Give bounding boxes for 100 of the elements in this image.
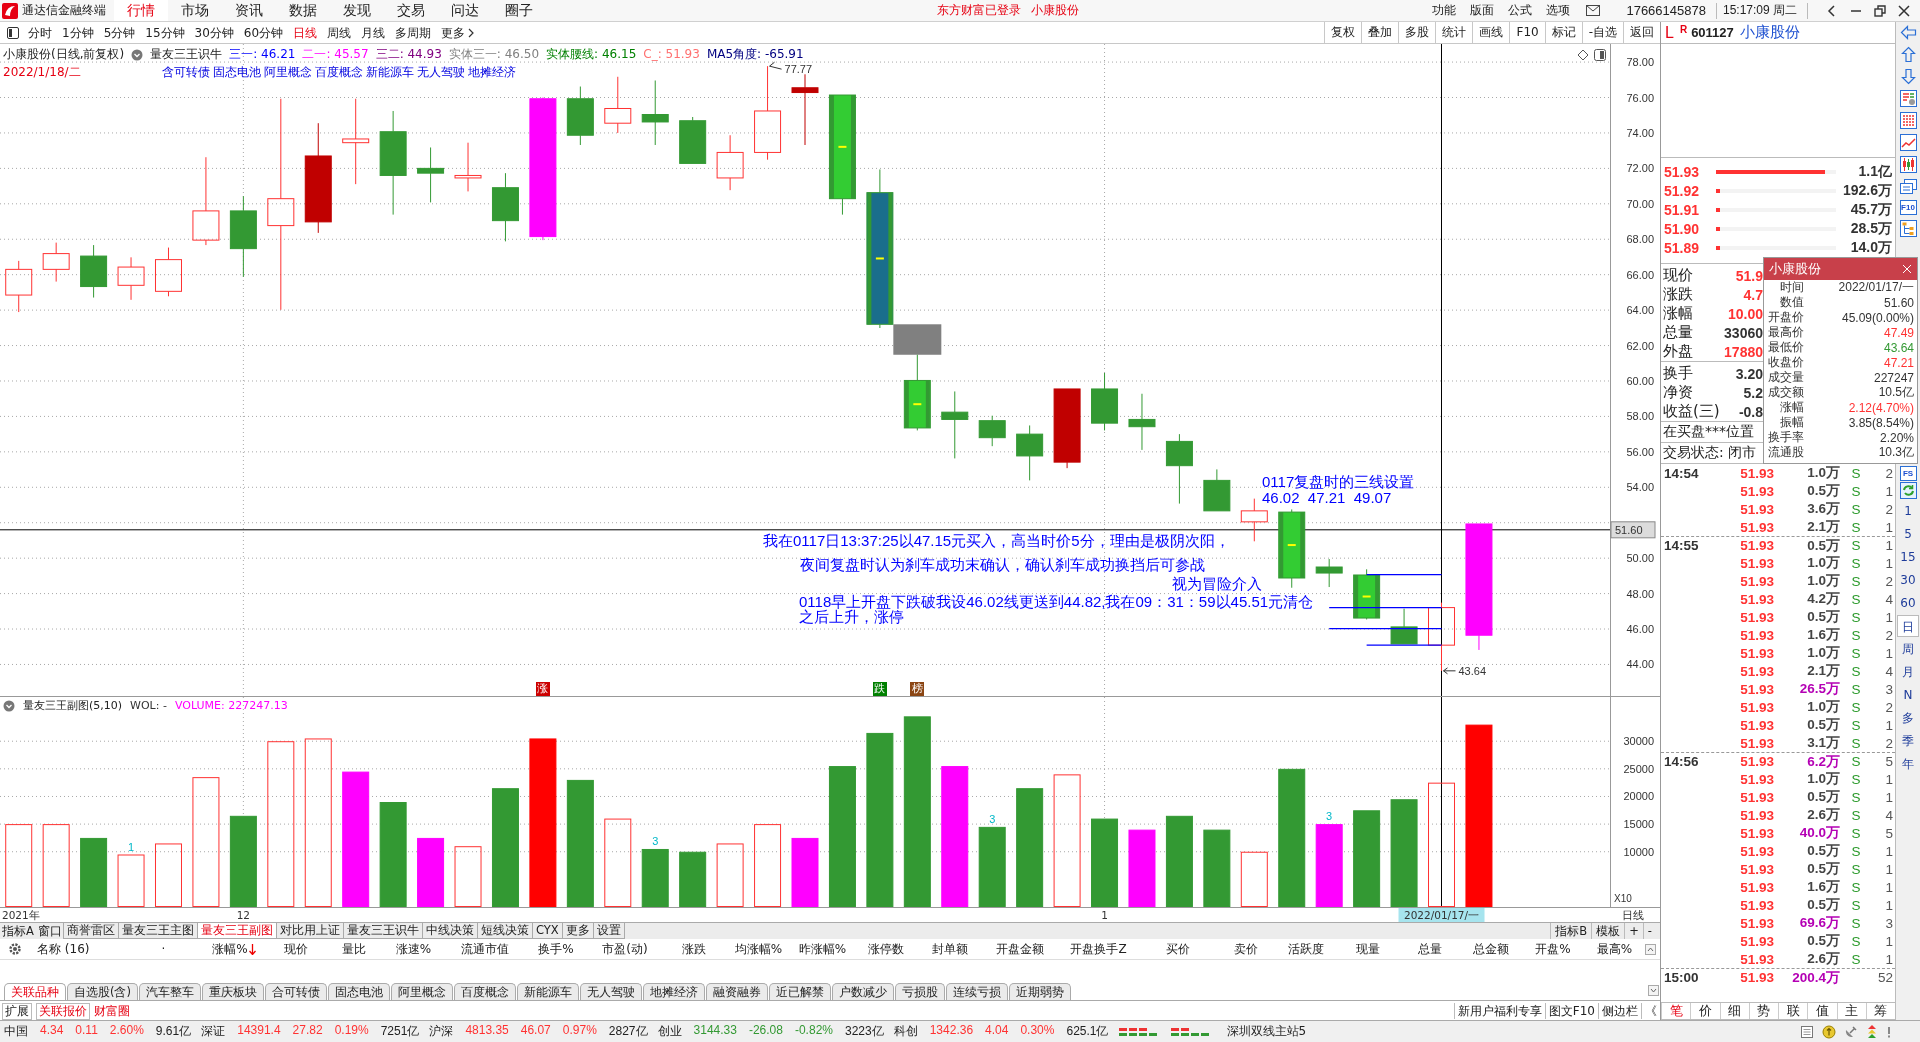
tooltip-label: 振幅 bbox=[1779, 415, 1804, 430]
tick-price: 51.93 bbox=[1739, 807, 1774, 823]
tooltip-value: 227247 bbox=[1873, 370, 1914, 385]
tick-side: S bbox=[1850, 465, 1862, 481]
quote-note: 交易状态: 闭市 bbox=[1663, 444, 1757, 462]
tick-count: 2 bbox=[1884, 465, 1893, 481]
tick-price: 51.93 bbox=[1739, 609, 1774, 625]
account-number: 17666145878 bbox=[1626, 3, 1706, 18]
stock-name: 小康股份 bbox=[1031, 2, 1079, 19]
axis-label: 20000 bbox=[1623, 790, 1654, 803]
tooltip-value: 2.20% bbox=[1879, 430, 1914, 445]
index-price: 1342.36 bbox=[929, 1023, 974, 1039]
tick-time: 15:00 bbox=[1664, 970, 1700, 985]
bid-volume: 1.1亿 bbox=[1858, 162, 1892, 181]
tick-count: 4 bbox=[1884, 807, 1893, 823]
index-amount: 2827亿 bbox=[608, 1023, 648, 1040]
tick-volume: 2.6万 bbox=[1806, 806, 1840, 824]
tick-count: 2 bbox=[1884, 501, 1893, 517]
axis-unit-label: X10 bbox=[1614, 893, 1632, 904]
tick-price: 51.93 bbox=[1739, 879, 1774, 895]
indicator-readout: 二一: 45.57 bbox=[302, 47, 369, 62]
tick-volume: 4.2万 bbox=[1806, 590, 1840, 608]
chart-date: 2022/1/18/二 bbox=[3, 65, 82, 80]
tick-side: S bbox=[1850, 861, 1862, 877]
tick-volume: 6.2万 bbox=[1806, 752, 1840, 771]
tick-volume: 2.1万 bbox=[1806, 662, 1840, 680]
tick-count: 2 bbox=[1884, 735, 1893, 751]
tick-side: S bbox=[1850, 897, 1862, 913]
axis-label: 56.00 bbox=[1626, 445, 1654, 458]
axis-label: 30000 bbox=[1623, 735, 1654, 748]
tooltip-value: 10.3亿 bbox=[1878, 444, 1914, 461]
indicator-readout: 实体三一: 46.50 bbox=[448, 47, 540, 62]
axis-label: 74.00 bbox=[1626, 126, 1654, 139]
tick-volume: 1.6万 bbox=[1806, 878, 1840, 896]
index-name: 沪深 bbox=[429, 1023, 454, 1040]
tooltip-label: 开盘价 bbox=[1767, 310, 1804, 325]
tooltip-value: 10.5亿 bbox=[1878, 384, 1914, 401]
tick-volume: 40.0万 bbox=[1798, 824, 1840, 842]
index-name: 创业 bbox=[657, 1023, 682, 1040]
bid-volume: 45.7万 bbox=[1850, 200, 1892, 219]
bid-price: 51.92 bbox=[1664, 182, 1701, 199]
axis-label: 76.00 bbox=[1626, 91, 1654, 104]
axis-label: 78.00 bbox=[1626, 56, 1654, 69]
event-marker: 榜 bbox=[910, 682, 925, 696]
tick-price: 51.93 bbox=[1739, 699, 1774, 715]
chart-note: 之后上升，涨停 bbox=[799, 609, 904, 625]
index-percent: 0.19% bbox=[334, 1023, 369, 1039]
bid-volume: 28.5万 bbox=[1850, 219, 1892, 238]
tick-side: S bbox=[1850, 843, 1862, 859]
axis-label: 25000 bbox=[1623, 762, 1654, 775]
tooltip-label: 收盘价 bbox=[1767, 355, 1804, 370]
indicator-readout: 三一: 46.21 bbox=[229, 47, 296, 62]
tick-side: S bbox=[1850, 591, 1862, 607]
index-change: 46.07 bbox=[520, 1023, 551, 1039]
quote-label: 净资 bbox=[1663, 383, 1693, 402]
tick-price: 51.93 bbox=[1739, 970, 1774, 985]
tooltip-value: 51.60 bbox=[1883, 295, 1914, 310]
bid-volume: 192.6万 bbox=[1842, 181, 1892, 200]
tick-price: 51.93 bbox=[1739, 538, 1774, 553]
tick-side: S bbox=[1850, 951, 1862, 967]
axis-label: 64.00 bbox=[1626, 304, 1654, 317]
quote-label: 总量 bbox=[1663, 323, 1693, 342]
tick-count: 1 bbox=[1884, 771, 1893, 787]
tooltip-label: 最高价 bbox=[1767, 325, 1804, 340]
tick-count: 1 bbox=[1884, 717, 1893, 733]
index-price: 14391.4 bbox=[237, 1023, 281, 1039]
tick-count: 1 bbox=[1884, 483, 1893, 499]
chart-note: 46.02 47.21 49.07 bbox=[1262, 490, 1392, 506]
chart-note: 0117复盘时的三线设置 bbox=[1262, 474, 1415, 490]
tick-side: S bbox=[1850, 879, 1862, 895]
period-label: 日线 bbox=[1622, 909, 1644, 921]
chart-title: 小康股份(日线,前复权) bbox=[3, 47, 125, 62]
event-marker: 涨 bbox=[535, 682, 550, 696]
tick-side: S bbox=[1850, 663, 1862, 679]
index-change: 0.11 bbox=[75, 1023, 98, 1039]
bar-label: 3 bbox=[1326, 810, 1333, 823]
tick-price: 51.93 bbox=[1739, 483, 1774, 499]
tick-price: 51.93 bbox=[1739, 627, 1774, 643]
axis-label: 66.00 bbox=[1626, 268, 1654, 281]
tick-volume: 1.0万 bbox=[1806, 698, 1840, 716]
tooltip-value: 3.85(8.54%) bbox=[1848, 415, 1914, 430]
tick-volume: 200.4万 bbox=[1791, 968, 1840, 987]
index-price: 4.34 bbox=[40, 1023, 64, 1039]
tick-volume: 0.5万 bbox=[1806, 608, 1840, 626]
quote-value: 33060 bbox=[1724, 324, 1763, 341]
tick-volume: 1.6万 bbox=[1806, 626, 1840, 644]
login-status: 东方财富已登录 bbox=[937, 2, 1021, 19]
tick-time: 14:54 bbox=[1664, 465, 1700, 481]
tooltip-value: 2.12(4.70%) bbox=[1848, 400, 1914, 415]
tick-side: S bbox=[1850, 573, 1862, 589]
tick-count: 1 bbox=[1884, 933, 1893, 949]
tick-count: 1 bbox=[1884, 843, 1893, 859]
tooltip-label: 涨幅 bbox=[1779, 400, 1804, 415]
index-price: 3144.33 bbox=[693, 1023, 737, 1039]
tick-price: 51.93 bbox=[1739, 501, 1774, 517]
tick-count: 2 bbox=[1884, 699, 1893, 715]
indicator-readout: VOLUME: 227247.13 bbox=[174, 699, 288, 713]
tick-side: S bbox=[1850, 483, 1862, 499]
bid-price: 51.90 bbox=[1664, 220, 1701, 237]
tooltip-label: 最低价 bbox=[1767, 340, 1804, 355]
